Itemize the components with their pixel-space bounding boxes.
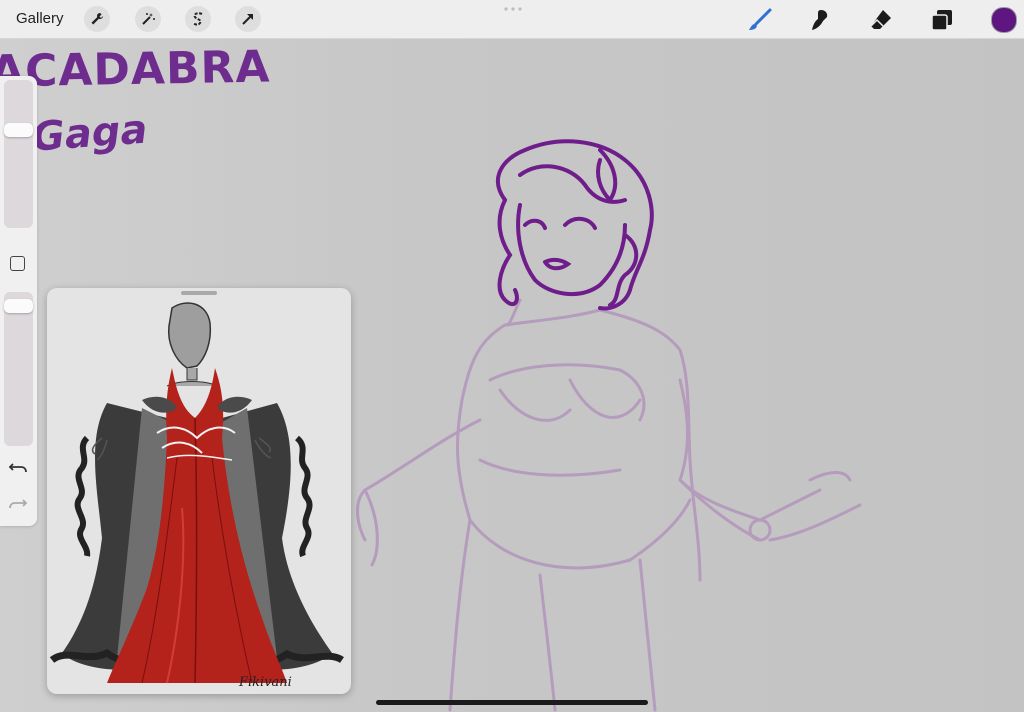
sketch-bust-right [568,378,642,419]
brush-icon [749,8,772,30]
sketch-torso-right [598,308,702,582]
sketch-torso-left [455,323,507,522]
sketch-hips [468,498,692,570]
magic-wand-icon [142,13,155,25]
brush-size-thumb[interactable] [4,122,33,137]
sketch-waist [478,458,622,477]
more-dots-icon[interactable] [503,7,523,11]
layers-icon [931,10,952,31]
lips [543,257,572,271]
hair-outline [495,139,654,311]
sketch-leg-inner [538,573,557,712]
sketch-wrist-right [748,518,772,542]
reference-signature: Fikivani [238,675,292,690]
top-toolbar: Gallery [0,0,1024,39]
modify-button-square-icon[interactable] [10,256,25,271]
sketch-leg-left [448,518,472,712]
sketch-leg-right [638,558,657,712]
hair-curl-right [596,148,618,204]
reference-window[interactable]: Fikivani [47,288,351,694]
adjustments-button[interactable] [135,6,161,32]
transform-arrow-icon [242,14,253,25]
eraser-tool-button[interactable] [867,6,895,34]
left-sidebar [0,76,37,526]
home-indicator[interactable] [376,700,648,705]
sketch-hand-right [758,471,862,542]
hair-left-curls [497,198,519,307]
smudge-icon [812,10,828,30]
selection-button[interactable] [185,6,211,32]
transform-button[interactable] [235,6,261,32]
redo-icon[interactable] [8,496,28,512]
sketch-shoulder-line [503,308,602,327]
gallery-button[interactable]: Gallery [16,10,64,27]
layers-button[interactable] [928,6,956,34]
eraser-icon [870,10,891,29]
eye-right [563,216,597,230]
sketch-bust-left [498,388,572,422]
selection-s-icon [192,12,203,26]
opacity-thumb[interactable] [4,299,33,313]
undo-icon[interactable] [8,460,28,476]
reference-image-gown: Fikivani [49,302,344,690]
brush-tool-button[interactable] [746,6,774,34]
brush-size-slider[interactable] [4,80,33,228]
smudge-tool-button[interactable] [806,6,834,34]
wrench-icon [91,12,104,25]
opacity-slider[interactable] [4,292,33,446]
sketch-forearm-left [363,488,379,567]
actions-button[interactable] [84,6,110,32]
color-picker-button[interactable] [991,7,1017,33]
eye-left [523,218,547,230]
